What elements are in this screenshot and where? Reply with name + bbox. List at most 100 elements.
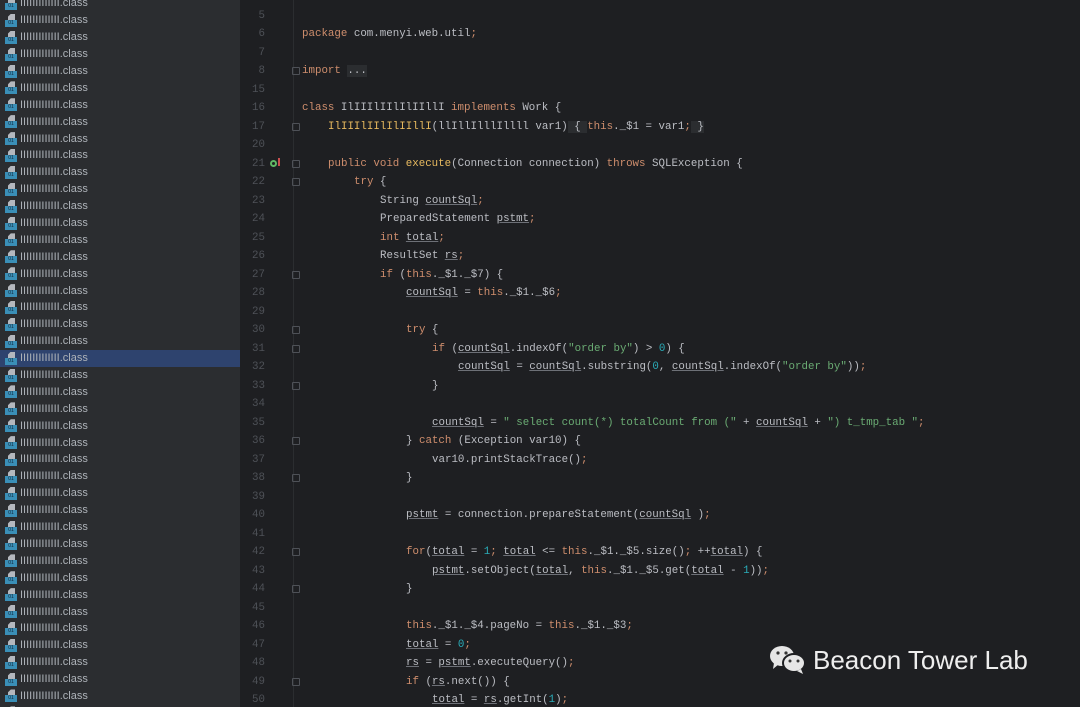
file-tree-item[interactable]: 01IIIIIIIIIIIII.class [0,654,240,671]
file-tree-item[interactable]: 01IIIIIIIIIIIII.class [0,603,240,620]
file-tree-item[interactable]: 01IIIIIIIIIIIII.class [0,519,240,536]
file-tree-item[interactable]: 01IIIIIIIIIIIII.class [0,231,240,248]
file-tree-item[interactable]: 01IIIIIIIIIIIII.class [0,113,240,130]
file-tree-item[interactable]: 01IIIIIIIIIIIII.class [0,569,240,586]
file-name: IIIIIIIIIIIII.class [20,402,88,415]
fold-marker-icon[interactable] [292,178,300,186]
file-tree-item[interactable]: 01IIIIIIIIIIIII.class [0,434,240,451]
class-file-icon: 01 [5,638,17,652]
file-tree-item[interactable]: 01IIIIIIIIIIIII.class [0,147,240,164]
class-file-icon: 01 [5,537,17,551]
fold-marker-icon[interactable] [292,326,300,334]
code-token: + [807,416,828,429]
file-tree-item[interactable]: 01IIIIIIIIIIIII.class [0,63,240,80]
fold-marker-icon[interactable] [292,159,300,168]
class-file-icon: 01 [5,64,17,78]
code-token: class [302,102,341,114]
file-tree-item[interactable]: 01IIIIIIIIIIIII.class [0,248,240,265]
file-tree-item[interactable]: 01IIIIIIIIIIIII.class [0,164,240,181]
line-number: 8 [258,65,265,77]
class-file-icon: 01 [5,250,17,264]
code-token: ; [626,620,633,632]
file-tree-item[interactable]: 01IIIIIIIIIIIII.class [0,333,240,350]
fold-marker-icon[interactable] [292,548,300,556]
code-line: 34 [240,395,1080,414]
file-name: IIIIIIIIIIIII.class [20,639,88,652]
file-tree-item[interactable]: 01IIIIIIIIIIIII.class [0,130,240,147]
file-tree-item[interactable]: 01IIIIIIIIIIIII.class [0,536,240,553]
file-tree-item[interactable]: 01IIIIIIIIIIIII.class [0,0,240,12]
file-tree-item[interactable]: 01IIIIIIIIIIIII.class [0,671,240,688]
class-file-icon: 01 [5,571,17,585]
code-token: ._$1._$3 [574,620,627,632]
file-tree-item[interactable]: 01IIIIIIIIIIIII.class [0,400,240,417]
file-tree-item[interactable]: 01IIIIIIIIIIIII.class [0,282,240,299]
code-line: 21 public void execute(Connection connect… [240,155,1080,174]
code-token: "order by" [568,342,633,355]
override-icon[interactable] [270,157,280,167]
code-line: 17 IlIIIlIIlIlIIllI(llIllIlllIllll var1) … [240,118,1080,137]
file-tree-item[interactable]: 01IIIIIIIIIIIII.class [0,620,240,637]
file-name: IIIIIIIIIIIII.class [20,605,88,618]
code-token: = [438,638,458,651]
code-line: 27 if (this._$1._$7) { [240,266,1080,285]
class-file-icon: 01 [5,605,17,618]
code-token: total [431,546,465,558]
file-tree-item[interactable]: 01IIIIIIIIIIIII.class [0,451,240,468]
file-tree-item[interactable]: 01IIIIIIIIIIIII.class [0,502,240,519]
file-tree-item[interactable]: 01IIIIIIIIIIIII.class [0,215,240,232]
file-tree-item[interactable]: 01IIIIIIIIIIIII.class [0,586,240,603]
file-tree-item[interactable]: 01IIIIIIIIIIIII.class [0,299,240,316]
file-tree-item[interactable]: 01IIIIIIIIIIIII.class [0,96,240,113]
fold-marker-icon[interactable] [292,677,300,686]
file-tree-item[interactable]: 01IIIIIIIIIIIII.class [0,316,240,333]
code-token: countSql [457,342,510,355]
file-tree-item[interactable]: 01IIIIIIIIIIIII.class [0,265,240,282]
code-token: ._$1 = var1 [613,120,685,133]
code-token: rs [444,250,458,262]
fold-marker-icon[interactable] [292,585,300,593]
wechat-icon [770,646,806,674]
code-token: = [464,546,484,558]
file-name: IIIIIIIIIIIII.class [20,554,88,567]
code-token: SQLException { [652,157,743,170]
code-token: IlIIIlIIlIlIIllI [328,120,432,133]
file-tree-item[interactable]: 01IIIIIIIIIIIII.class [0,181,240,198]
fold-marker-icon[interactable] [292,381,300,390]
fold-marker-icon[interactable] [292,270,300,279]
class-file-icon: 01 [5,132,17,146]
fold-marker-icon[interactable] [292,437,300,445]
code-token: IlIIIlIIlIlIIllI [340,102,452,114]
code-line: 40 pstmt = connection.prepareStatement(co… [240,506,1080,525]
code-token: + [736,416,757,429]
file-tree-item[interactable]: 01IIIIIIIIIIIII.class [0,29,240,46]
file-tree-item[interactable]: 01IIIIIIIIIIIII.class [0,468,240,485]
class-file-icon: 01 [5,13,17,27]
file-name: IIIIIIIIIIIII.class [20,301,88,314]
fold-marker-icon[interactable] [292,474,300,482]
code-token: ; [581,453,588,466]
fold-marker-icon[interactable] [292,122,300,131]
file-tree-item[interactable]: 01IIIIIIIIIIIII.class [0,688,240,705]
file-tree-item[interactable]: 01IIIIIIIIIIIII.class [0,552,240,569]
code-token: this [405,268,432,281]
code-token: implements [451,102,523,114]
file-tree-item[interactable]: 01IIIIIIIIIIIII.class [0,417,240,434]
file-tree-item[interactable]: 01IIIIIIIIIIIII.class [0,198,240,215]
class-file-icon: 01 [5,284,17,298]
line-number: 16 [252,102,265,114]
file-tree-item[interactable]: 01IIIIIIIIIIIII.class [0,12,240,29]
file-tree-item[interactable]: 01IIIIIIIIIIIII.class [0,367,240,384]
file-tree-item[interactable]: 01IIIIIIIIIIIII.class [0,637,240,654]
line-number: 31 [252,342,265,355]
file-tree-item[interactable]: 01IIIIIIIIIIIII.class [0,349,240,367]
file-tree-item[interactable]: 01IIIIIIIIIIIII.class [0,383,240,400]
file-tree-item[interactable]: 01IIIIIIIIIIIII.class [0,46,240,63]
fold-marker-icon[interactable] [292,344,300,353]
file-tree-item[interactable]: 01IIIIIIIIIIIII.class [0,79,240,96]
line-number: 17 [252,120,265,133]
fold-marker-icon[interactable] [292,67,300,75]
file-tree-item[interactable]: 01IIIIIIIIIIIII.class [0,485,240,502]
code-editor[interactable]: */ 5 6 package com.menyi.web.util; 7 8 import … [240,0,1080,707]
code-token: total [406,638,439,651]
